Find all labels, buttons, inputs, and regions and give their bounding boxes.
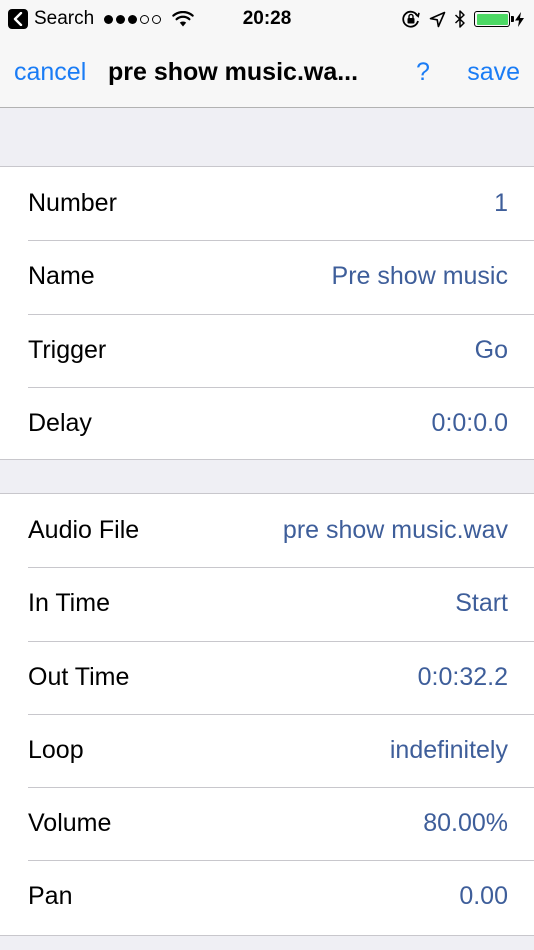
row-name[interactable]: Name Pre show music — [0, 240, 534, 313]
row-trigger[interactable]: Trigger Go — [0, 313, 534, 387]
audio-settings-section: Audio File pre show music.wav In Time St… — [0, 493, 534, 936]
cue-settings-section: Number 1 Name Pre show music Trigger Go … — [0, 166, 534, 460]
help-button[interactable]: ? — [416, 56, 430, 88]
row-value: Go — [474, 335, 508, 364]
row-label: Delay — [28, 408, 92, 437]
row-value: 0:0:32.2 — [417, 662, 508, 691]
navigation-bar: cancel pre show music.wa... ? save — [0, 40, 534, 108]
charging-bolt-icon — [515, 11, 524, 27]
row-volume[interactable]: Volume 80.00% — [0, 787, 534, 860]
row-label: Pan — [28, 882, 73, 911]
battery-icon — [474, 11, 514, 27]
battery-tip — [511, 16, 514, 22]
row-label: Loop — [28, 735, 84, 764]
status-bar: Search 20:28 — [0, 0, 534, 40]
row-label: Trigger — [28, 335, 107, 364]
row-label: Out Time — [28, 662, 130, 691]
cancel-button[interactable]: cancel — [14, 56, 86, 88]
row-delay[interactable]: Delay 0:0:0.0 — [0, 386, 534, 460]
row-value: indefinitely — [389, 735, 508, 764]
row-value: pre show music.wav — [282, 516, 508, 544]
page-title: pre show music.wa... — [108, 58, 359, 86]
row-label: Volume — [28, 809, 112, 838]
status-right — [393, 6, 524, 32]
row-value: Pre show music — [331, 262, 508, 291]
row-audio-file[interactable]: Audio File pre show music.wav — [0, 494, 534, 567]
bluetooth-icon — [454, 10, 465, 28]
save-button[interactable]: save — [467, 56, 520, 88]
battery-fill — [476, 13, 508, 25]
row-value: 0.00 — [459, 882, 508, 911]
row-in-time[interactable]: In Time Start — [0, 567, 534, 640]
row-value: Start — [455, 589, 508, 618]
row-value: 1 — [494, 189, 508, 217]
row-label: Name — [28, 262, 95, 291]
row-loop[interactable]: Loop indefinitely — [0, 713, 534, 787]
row-label: In Time — [28, 589, 110, 618]
rotation-lock-icon — [402, 10, 420, 28]
row-value: 0:0:0.0 — [431, 408, 508, 437]
row-pan[interactable]: Pan 0.00 — [0, 860, 534, 933]
location-icon — [429, 11, 446, 27]
row-number[interactable]: Number 1 — [0, 167, 534, 240]
row-out-time[interactable]: Out Time 0:0:32.2 — [0, 640, 534, 714]
row-label: Audio File — [28, 516, 140, 544]
row-value: 80.00% — [423, 809, 508, 838]
row-label: Number — [28, 189, 117, 217]
